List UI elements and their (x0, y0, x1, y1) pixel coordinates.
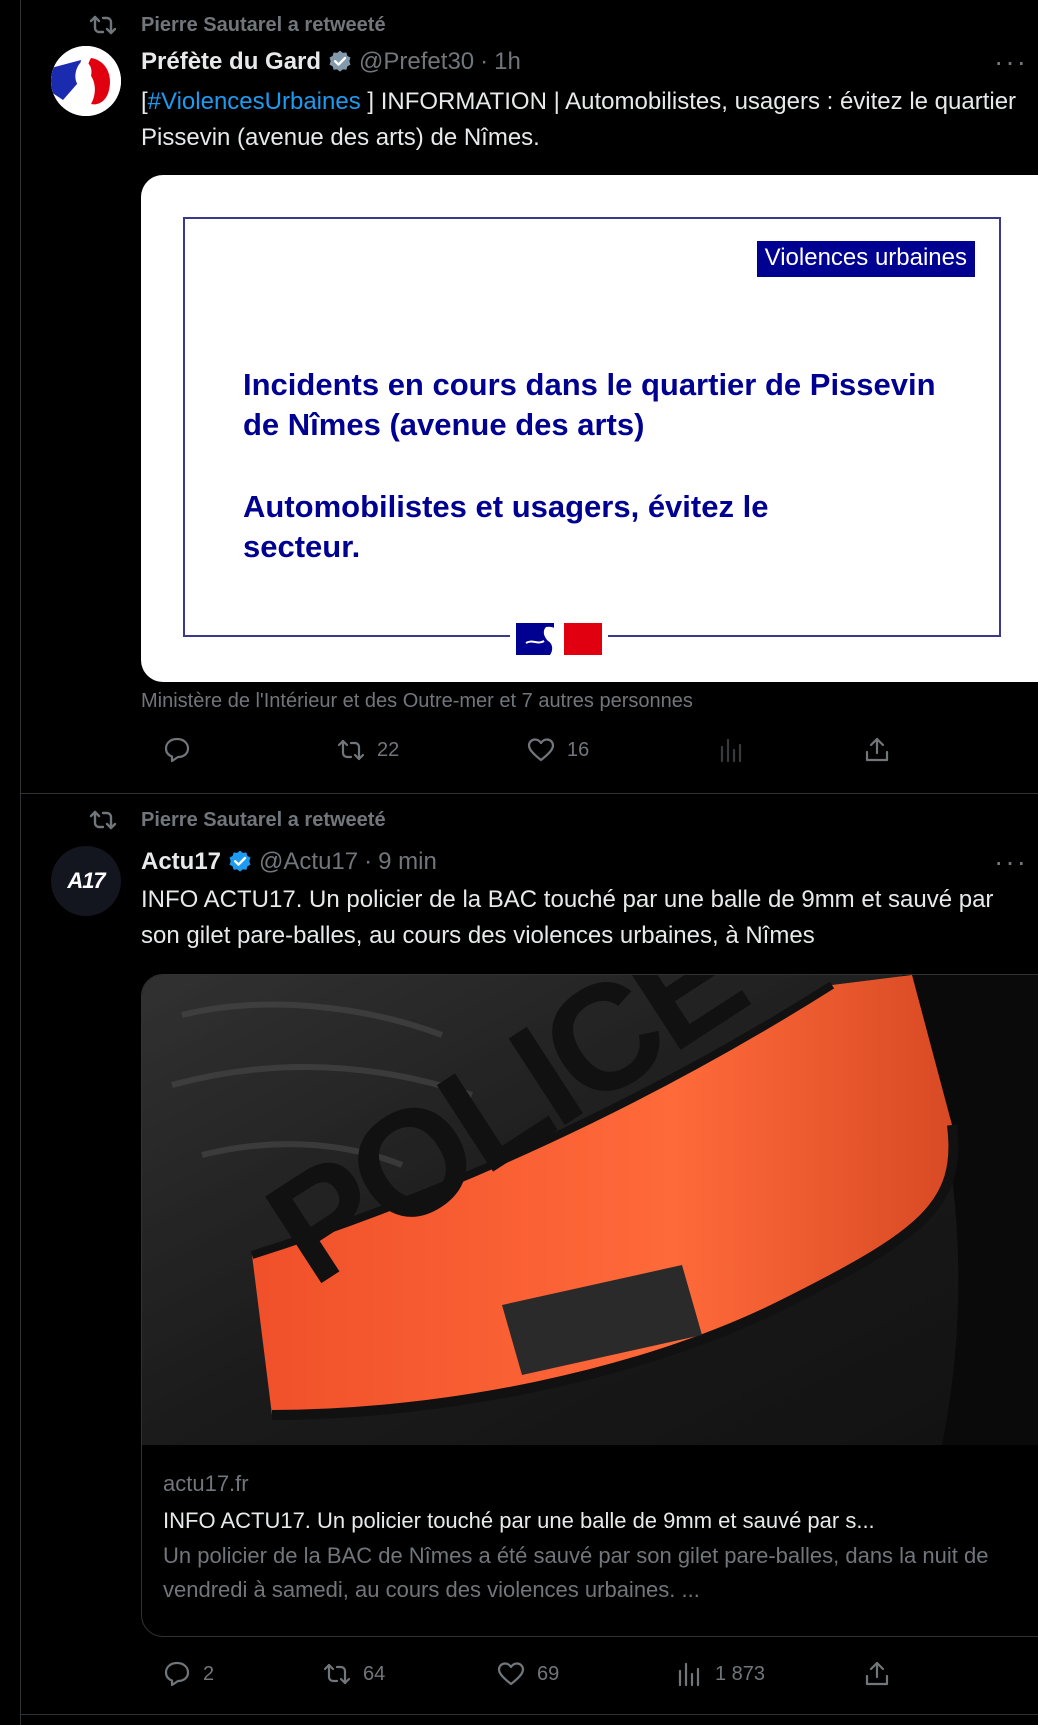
heart-icon (497, 1662, 525, 1686)
retweet-icon (89, 810, 117, 830)
tweet-text: [#ViolencesUrbaines ] INFORMATION | Auto… (141, 84, 1030, 156)
views-count: 1 873 (715, 1662, 766, 1685)
reply-count: 2 (203, 1662, 215, 1685)
avatar-actu17[interactable]: A17 (51, 846, 121, 916)
like-button[interactable]: 69 (497, 1660, 559, 1688)
retweet-icon (89, 15, 117, 35)
tweet-image-card[interactable]: Violences urbaines Incidents en cours da… (141, 175, 1038, 682)
share-icon (865, 1661, 889, 1686)
tweet-prefete-du-gard[interactable]: Pierre Sautarel a retweeté Préfète du Ga… (21, 0, 1038, 793)
link-card-title[interactable]: INFO ACTU17. Un policier touché par une … (163, 1503, 1038, 1539)
views-chart-icon (678, 1662, 700, 1687)
social-context[interactable]: Ministère de l'Intérieur et des Outre-me… (141, 690, 693, 713)
retweet-count: 22 (377, 738, 400, 761)
link-preview-card[interactable]: POLICE actu17.fr INFO ACTU17. Un policie… (141, 974, 1038, 1637)
tweet-header: Préfète du Gard @Prefet30 · 1h (141, 44, 521, 80)
tweet-actions: 2 64 69 1 873 (141, 1660, 941, 1700)
image-headline-avoid: Automobilistes et usagers, évitez le sec… (243, 489, 769, 564)
retweet-icon (323, 1663, 351, 1685)
views-chart-icon (720, 738, 742, 763)
tweet-actions: 22 16 (141, 736, 941, 776)
link-card-description: Un policier de la BAC de Nîmes a été sau… (163, 1543, 989, 1602)
avatar-prefete-du-gard[interactable] (51, 46, 121, 116)
like-count: 16 (567, 738, 590, 761)
tweet-timestamp[interactable]: 9 min (378, 848, 437, 876)
share-button[interactable] (863, 736, 891, 764)
republique-francaise-logo-icon (510, 619, 608, 659)
heart-icon (527, 738, 555, 762)
like-count: 69 (537, 1662, 560, 1685)
verified-badge-icon[interactable] (327, 49, 353, 75)
violences-urbaines-badge: Violences urbaines (756, 241, 975, 277)
retweet-button[interactable]: 64 (323, 1660, 385, 1688)
retweet-button[interactable]: 22 (337, 736, 399, 764)
author-name[interactable]: Préfète du Gard (141, 48, 321, 76)
author-handle[interactable]: @Prefet30 (359, 48, 474, 76)
more-options-icon[interactable]: ··· (994, 46, 1038, 78)
reply-button[interactable] (163, 736, 203, 764)
image-headline-incidents: Incidents en cours dans le quartier de P… (243, 367, 936, 442)
avatar-logo-text: A17 (67, 868, 105, 893)
tweet-actu17[interactable]: Pierre Sautarel a retweeté A17 Actu17 @A… (21, 794, 1038, 1714)
tweet-text-bracket: [ (141, 88, 148, 115)
share-icon (865, 737, 889, 762)
reply-icon (164, 1661, 190, 1687)
author-handle[interactable]: @Actu17 (259, 848, 358, 876)
header-separator: · (364, 848, 373, 875)
like-button[interactable]: 16 (527, 736, 589, 764)
views-button[interactable]: 1 873 (675, 1660, 765, 1688)
share-button[interactable] (863, 1660, 891, 1688)
verified-badge-icon[interactable] (227, 849, 253, 875)
reply-icon (164, 737, 190, 763)
link-card-meta: actu17.fr INFO ACTU17. Un policier touch… (142, 1445, 1038, 1607)
reply-button[interactable]: 2 (163, 1660, 214, 1688)
tweet-header: Actu17 @Actu17 · 9 min (141, 844, 437, 880)
author-name[interactable]: Actu17 (141, 848, 221, 876)
retweet-label[interactable]: Pierre Sautarel a retweeté (141, 14, 386, 37)
tweet-text: INFO ACTU17. Un policier de la BAC touch… (141, 886, 994, 949)
retweet-icon (337, 739, 365, 761)
header-separator: · (480, 48, 489, 75)
tweet-timestamp[interactable]: 1h (494, 48, 521, 76)
views-button[interactable] (717, 736, 757, 764)
police-armband-photo: POLICE (142, 975, 1038, 1445)
more-options-icon[interactable]: ··· (994, 846, 1038, 878)
hashtag-link[interactable]: #ViolencesUrbaines (148, 88, 361, 115)
retweet-label[interactable]: Pierre Sautarel a retweeté (141, 809, 386, 832)
marianne-logo-icon (51, 46, 121, 116)
tweet-divider (20, 1714, 1038, 1715)
image-frame: Violences urbaines Incidents en cours da… (183, 217, 1001, 659)
link-card-domain[interactable]: actu17.fr (163, 1469, 1038, 1499)
retweet-count: 64 (363, 1662, 386, 1685)
